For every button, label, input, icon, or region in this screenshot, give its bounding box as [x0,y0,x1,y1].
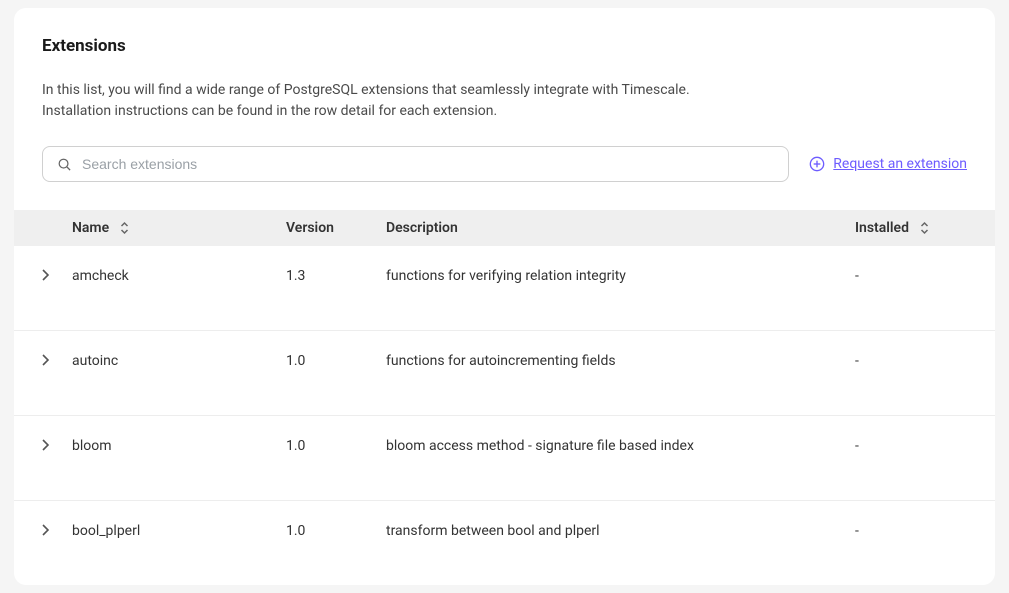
table-row: bool_plperl 1.0 transform between bool a… [14,501,995,585]
col-header-description: Description [386,220,855,236]
cell-version: 1.0 [286,353,386,369]
expand-row-button[interactable] [42,438,72,451]
col-header-name-label: Name [72,220,109,236]
extensions-panel: Extensions In this list, you will find a… [14,8,995,585]
col-header-installed-label: Installed [855,220,909,236]
col-header-description-label: Description [386,220,458,236]
search-wrap[interactable] [42,146,789,182]
cell-installed: - [855,523,967,539]
intro-line-2: Installation instructions can be found i… [42,103,497,119]
expand-row-button[interactable] [42,353,72,366]
expand-row-button[interactable] [42,268,72,281]
intro-line-1: In this list, you will find a wide range… [42,82,690,98]
col-header-installed[interactable]: Installed [855,220,967,236]
expand-row-button[interactable] [42,523,72,536]
chevron-right-icon [42,269,50,281]
cell-installed: - [855,438,967,454]
request-extension-label: Request an extension [833,156,967,172]
table-row: autoinc 1.0 functions for autoincrementi… [14,331,995,416]
search-icon [57,157,72,172]
cell-description: functions for autoincrementing fields [386,353,855,369]
cell-name: bool_plperl [72,523,286,539]
search-input[interactable] [82,156,774,172]
table-row: amcheck 1.3 functions for verifying rela… [14,246,995,331]
col-header-version-label: Version [286,220,334,236]
table-row: bloom 1.0 bloom access method - signatur… [14,416,995,501]
page-title: Extensions [42,36,967,56]
cell-installed: - [855,353,967,369]
cell-name: bloom [72,438,286,454]
cell-version: 1.0 [286,438,386,454]
cell-name: amcheck [72,268,286,284]
header-block: Extensions In this list, you will find a… [14,36,995,146]
cell-version: 1.3 [286,268,386,284]
chevron-right-icon [42,524,50,536]
sort-icon [919,221,930,235]
col-header-name[interactable]: Name [72,220,286,236]
plus-circle-icon [809,156,825,172]
cell-description: functions for verifying relation integri… [386,268,855,284]
sort-icon [119,221,130,235]
cell-version: 1.0 [286,523,386,539]
col-header-version: Version [286,220,386,236]
cell-installed: - [855,268,967,284]
chevron-right-icon [42,354,50,366]
cell-description: transform between bool and plperl [386,523,855,539]
intro-text: In this list, you will find a wide range… [42,80,967,122]
table-header: Name Version Description Installed [14,210,995,246]
cell-description: bloom access method - signature file bas… [386,438,855,454]
controls-row: Request an extension [14,146,995,210]
request-extension-link[interactable]: Request an extension [809,156,967,172]
cell-name: autoinc [72,353,286,369]
chevron-right-icon [42,439,50,451]
